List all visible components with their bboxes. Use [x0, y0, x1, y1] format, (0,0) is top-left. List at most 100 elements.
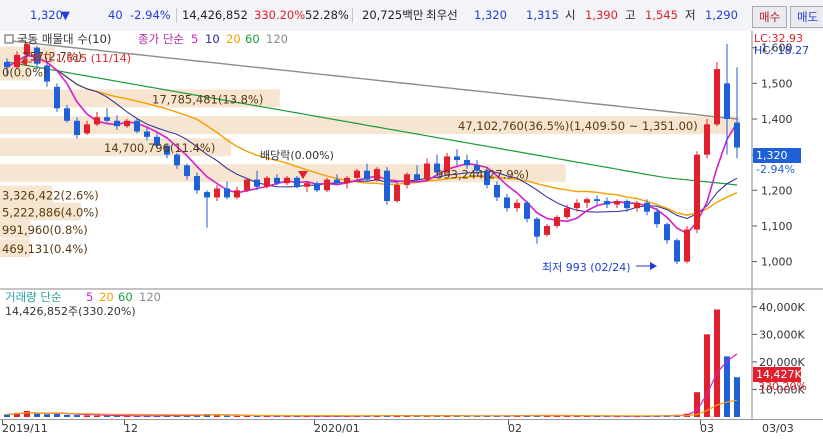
candle-body: [194, 176, 200, 191]
buy-button[interactable]: 매수: [752, 6, 788, 28]
candle-body: [274, 177, 280, 184]
candle-body: [74, 120, 80, 136]
current-change-text: -2.94%: [756, 163, 795, 176]
candle-body: [514, 202, 520, 209]
change-down-icon: ▼: [61, 8, 70, 22]
candle-body: [574, 202, 580, 209]
candle-body: [104, 117, 110, 121]
candle-body: [454, 156, 460, 160]
candle-body: [564, 208, 570, 218]
turnover-pct: 52.28%: [305, 8, 349, 22]
candle-body: [94, 117, 100, 125]
candle-body: [674, 240, 680, 262]
ma60-legend: 60: [245, 32, 260, 46]
ma20-legend: 20: [226, 32, 241, 46]
candle-body: [114, 120, 120, 127]
vol-y-tick-label: 20,000K: [759, 356, 805, 369]
vol-ma120-legend: 120: [139, 290, 161, 304]
candle-body: [724, 83, 730, 119]
candle-body: [284, 177, 290, 184]
volume-current-label: 14,426,852주(330.20%): [5, 305, 136, 318]
stock-chart[interactable]: 1,6001,5001,4001,3001,2001,1001,00040,00…: [0, 31, 823, 419]
vol-ma20-legend: 20: [99, 290, 114, 304]
volume: 14,426,852: [182, 8, 248, 22]
high-price: 1,545: [645, 8, 678, 22]
price-change-pct: -2.94%: [130, 8, 171, 22]
volume-bar: [724, 356, 730, 417]
candle-body: [424, 163, 430, 180]
candle-body: [214, 188, 220, 198]
volume-bar: [74, 415, 80, 417]
volume-profile-label: 3,326,422(2.6%): [2, 189, 99, 203]
volume-bar: [24, 410, 30, 417]
candle-body: [394, 184, 400, 201]
dividend-label: 배당락(0.00%): [260, 149, 334, 162]
volume-bar: [214, 415, 220, 417]
best-ask: 1,320: [474, 8, 507, 22]
candle-body: [704, 124, 710, 155]
vol-y-tick-label: 40,000K: [759, 301, 805, 314]
candle-body: [64, 108, 70, 121]
candle-body: [414, 174, 420, 180]
ma120-legend: 120: [266, 32, 288, 46]
candle-body: [324, 179, 330, 191]
x-label-03: 03: [700, 422, 714, 435]
candle-body: [374, 168, 380, 180]
candle-body: [294, 177, 300, 187]
volume-bar: [44, 414, 50, 417]
chart-area[interactable]: 1,6001,5001,4001,3001,2001,1001,00040,00…: [0, 31, 823, 419]
vol-ma5-legend: 5: [86, 290, 93, 304]
panel-menu-icon[interactable]: [4, 34, 14, 44]
divider: [352, 8, 353, 23]
candle-body: [494, 184, 500, 198]
candle-body: [534, 218, 540, 237]
y-tick-label: 1,500: [761, 77, 793, 90]
candle-body: [664, 224, 670, 241]
x-label-02: 02: [508, 422, 522, 435]
volume-ratio: 330.20%: [254, 8, 306, 22]
candle-body: [184, 165, 190, 177]
ma5-legend: 5: [191, 32, 198, 46]
volume-ratio-text: 330.20%: [758, 380, 807, 393]
hc-value: HC:-18.27: [754, 44, 809, 57]
x-label-2020-01: 2020/01: [314, 422, 360, 435]
y-tick-label: 1,400: [761, 113, 793, 126]
candle-body: [344, 177, 350, 184]
sell-button[interactable]: 매도: [790, 6, 823, 28]
ma-title: 종가 단순: [138, 32, 184, 46]
price-change: 40: [108, 8, 123, 22]
current-price: 1,320: [30, 8, 63, 22]
candle-body: [634, 202, 640, 209]
candle-body: [384, 170, 390, 201]
x-label-12: 12: [124, 422, 138, 435]
volume-profile-label: 14,700,796(11.4%): [104, 141, 215, 155]
candle-body: [584, 199, 590, 203]
candle-body: [504, 197, 510, 209]
candle-body: [234, 190, 240, 198]
divider: [176, 8, 177, 23]
quote-bar: 1,320 ▼ 40 -2.94% 14,426,852 330.20% 52.…: [0, 0, 823, 32]
vol-y-tick-label: 30,000K: [759, 328, 805, 341]
x-label-2019-11: 2019/11: [2, 422, 48, 435]
low-price: 1,290: [705, 8, 738, 22]
candle-body: [614, 201, 620, 205]
candle-body: [404, 174, 410, 185]
open-price: 1,390: [585, 8, 618, 22]
candle-body: [554, 217, 560, 226]
candle-body: [144, 131, 150, 137]
x-axis[interactable]: 2019/11 12 2020/01 02 03 03/03: [0, 419, 823, 439]
candle-body: [694, 154, 700, 230]
y-tick-label: 1,200: [761, 184, 793, 197]
candle-body: [654, 211, 660, 225]
volume-bar: [34, 413, 40, 417]
ma10-legend: 10: [205, 32, 220, 46]
candle-body: [54, 86, 60, 109]
low-label: 저: [685, 8, 696, 22]
candle-body: [734, 122, 740, 148]
candle-body: [354, 170, 360, 178]
main-panel-title: 국동 매물대 수(10): [17, 32, 111, 46]
volume-bar: [94, 415, 100, 417]
x-label-current-date: 03/03: [762, 422, 794, 435]
current-price-tag-text: 1,320: [756, 149, 788, 162]
candle-body: [244, 179, 250, 191]
